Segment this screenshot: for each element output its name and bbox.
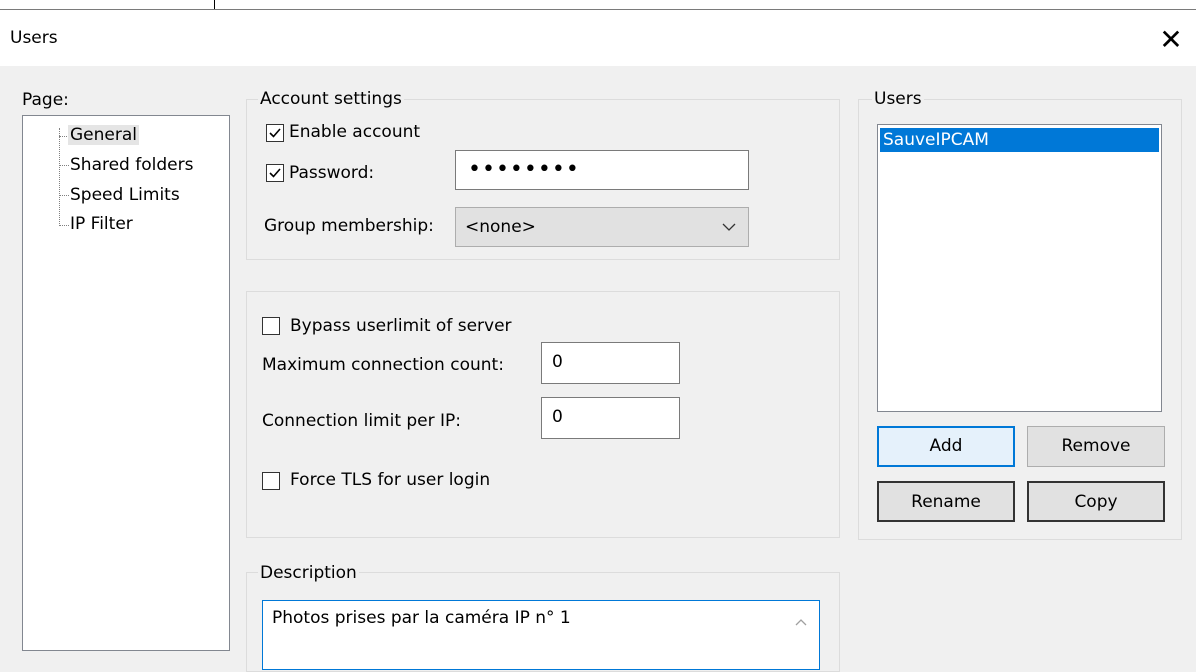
- description-text: Photos prises par la caméra IP n° 1: [272, 608, 571, 628]
- password-checkbox[interactable]: [266, 164, 284, 182]
- check-icon: [269, 168, 281, 178]
- user-list-item-label: SauveIPCAM: [883, 130, 989, 150]
- enable-account-checkbox[interactable]: [266, 124, 284, 142]
- force-tls-checkbox[interactable]: [262, 472, 280, 490]
- text-cursor-tick: [214, 0, 215, 9]
- enable-account-label[interactable]: Enable account: [289, 122, 420, 142]
- description-legend: Description: [258, 563, 359, 583]
- user-list-item[interactable]: SauveIPCAM: [880, 128, 1159, 152]
- page-label: Page:: [22, 90, 69, 110]
- tree-item-shared-folders[interactable]: Shared folders: [70, 155, 193, 175]
- copy-button[interactable]: Copy: [1027, 481, 1165, 522]
- top-edge: [0, 0, 1196, 10]
- group-membership-label: Group membership:: [264, 216, 434, 236]
- chevron-down-icon: [722, 223, 736, 231]
- account-settings-legend: Account settings: [258, 89, 404, 109]
- max-connection-label: Maximum connection count:: [262, 355, 504, 375]
- connection-limit-per-ip-field[interactable]: 0: [541, 397, 680, 439]
- tree-item-general[interactable]: General: [68, 125, 139, 145]
- close-icon[interactable]: ✕: [1151, 20, 1191, 60]
- users-legend: Users: [872, 89, 924, 109]
- tree-item-speed-limits[interactable]: Speed Limits: [70, 185, 180, 205]
- bypass-userlimit-checkbox[interactable]: [262, 317, 280, 335]
- connection-limit-per-ip-label: Connection limit per IP:: [262, 411, 462, 431]
- users-list[interactable]: SauveIPCAM: [877, 124, 1162, 412]
- check-icon: [269, 128, 281, 138]
- description-textarea[interactable]: Photos prises par la caméra IP n° 1: [262, 600, 820, 670]
- title-bar: Users ✕: [0, 10, 1196, 66]
- password-field[interactable]: ••••••••: [455, 150, 749, 190]
- window-title: Users: [10, 28, 58, 48]
- tree-branch: [59, 225, 69, 226]
- tree-item-ip-filter[interactable]: IP Filter: [70, 214, 133, 234]
- group-membership-select[interactable]: <none>: [455, 207, 749, 247]
- tree-line: [59, 128, 60, 226]
- rename-button[interactable]: Rename: [877, 481, 1015, 522]
- remove-button[interactable]: Remove: [1027, 426, 1165, 467]
- add-button[interactable]: Add: [877, 426, 1015, 467]
- tree-branch: [59, 165, 69, 166]
- force-tls-label[interactable]: Force TLS for user login: [290, 470, 490, 490]
- bypass-userlimit-label[interactable]: Bypass userlimit of server: [290, 316, 512, 336]
- scroll-up-arrow-icon[interactable]: [795, 618, 807, 626]
- group-membership-value: <none>: [465, 217, 536, 237]
- page-tree[interactable]: General Shared folders Speed Limits IP F…: [22, 115, 230, 651]
- max-connection-field[interactable]: 0: [541, 342, 680, 384]
- tree-branch: [59, 195, 69, 196]
- password-label[interactable]: Password:: [289, 163, 374, 183]
